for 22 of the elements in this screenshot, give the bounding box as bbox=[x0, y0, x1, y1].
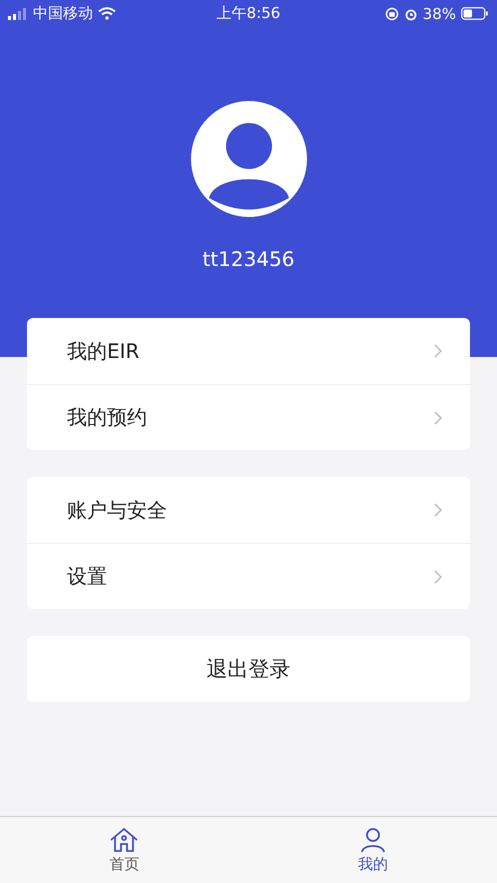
menu-item[interactable]: 我的预约 bbox=[27, 384, 470, 450]
status-time: 上午8:56 bbox=[216, 4, 280, 23]
chevron-right-icon bbox=[434, 503, 442, 517]
username: tt123456 bbox=[202, 247, 295, 271]
logout-button[interactable]: 退出登录 bbox=[27, 636, 470, 702]
battery-icon bbox=[461, 7, 489, 20]
menu-item[interactable]: 我的EIR bbox=[27, 318, 470, 384]
carrier-name: 中国移动 bbox=[33, 4, 93, 23]
alarm-icon bbox=[404, 6, 418, 20]
avatar-icon bbox=[190, 101, 306, 217]
menu-item[interactable]: 设置 bbox=[27, 543, 470, 609]
battery-percent: 38% bbox=[422, 4, 456, 22]
chevron-right-icon bbox=[434, 570, 442, 584]
rotation-lock-icon bbox=[384, 6, 399, 20]
tab-item[interactable]: 我的 bbox=[248, 817, 497, 883]
wifi-icon bbox=[98, 7, 116, 20]
chevron-right-icon bbox=[434, 410, 442, 424]
tab-item[interactable]: 首页 bbox=[0, 817, 248, 883]
home-icon bbox=[109, 826, 140, 852]
signal-icon bbox=[8, 8, 28, 20]
menu-item[interactable]: 账户与安全 bbox=[27, 477, 470, 543]
chevron-right-icon bbox=[434, 344, 442, 358]
